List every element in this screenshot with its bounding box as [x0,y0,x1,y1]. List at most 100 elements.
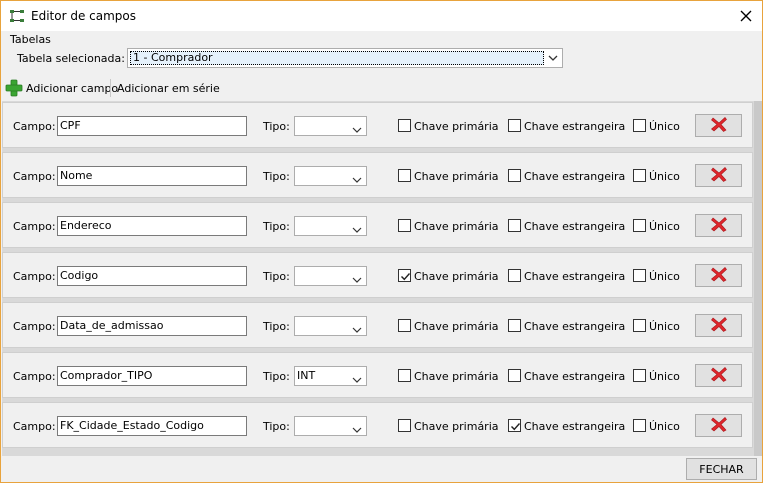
delete-field-button[interactable] [695,114,742,137]
unique-label: Único [649,220,680,233]
add-field-button[interactable]: Adicionar campo [5,77,118,99]
primary-key-label: Chave primária [414,420,499,433]
unique-label: Único [649,120,680,133]
chevron-down-icon [352,422,362,433]
unique-checkbox[interactable] [633,269,646,282]
unique-label: Único [649,370,680,383]
field-list[interactable]: Campo: CPF Tipo: Chave primária Chave estran… [2,101,762,456]
field-name-input[interactable]: Codigo [57,266,247,286]
delete-field-button[interactable] [695,364,742,387]
delete-field-button[interactable] [695,214,742,237]
primary-key-label: Chave primária [414,370,499,383]
window-title: Editor de campos [31,9,136,23]
field-name-input[interactable]: Data_de_admissao [57,316,247,336]
foreign-key-checkbox[interactable] [508,269,521,282]
type-label: Tipo: [263,120,290,133]
type-label: Tipo: [263,170,290,183]
field-row: Campo: Endereco Tipo: Chave primária Chave e… [2,202,753,248]
chevron-down-icon [547,53,559,63]
type-select[interactable] [294,166,367,186]
type-select[interactable] [294,216,367,236]
primary-key-label: Chave primária [414,270,499,283]
unique-checkbox[interactable] [633,219,646,232]
foreign-key-label: Chave estrangeira [524,370,626,383]
foreign-key-checkbox[interactable] [508,119,521,132]
type-select[interactable] [294,416,367,436]
primary-key-checkbox[interactable] [398,419,411,432]
field-label: Campo: [13,120,56,133]
scrollbar[interactable] [754,101,762,456]
field-row: Campo: Codigo Tipo: Chave primária Chave est… [2,252,753,298]
type-label: Tipo: [263,220,290,233]
unique-checkbox[interactable] [633,119,646,132]
delete-icon [710,266,728,285]
field-label: Campo: [13,270,56,283]
field-row: Campo: Comprador_TIPO Tipo: INT Chave primár… [2,352,753,398]
delete-field-button[interactable] [695,414,742,437]
add-field-label: Adicionar campo [26,81,119,95]
plus-icon [5,79,23,97]
primary-key-checkbox[interactable] [398,319,411,332]
add-series-button[interactable]: Adicionar em série [117,77,220,99]
foreign-key-checkbox[interactable] [508,319,521,332]
unique-label: Único [649,420,680,433]
foreign-key-label: Chave estrangeira [524,120,626,133]
field-label: Campo: [13,170,56,183]
chevron-down-icon [352,372,362,383]
close-button[interactable]: FECHAR [686,458,757,480]
delete-field-button[interactable] [695,314,742,337]
primary-key-checkbox[interactable] [398,269,411,282]
unique-checkbox[interactable] [633,369,646,382]
editor-window: Editor de campos Tabelas Tabela selecion… [0,0,763,483]
field-row: Campo: Nome Tipo: Chave primária Chave estra… [2,152,753,198]
foreign-key-label: Chave estrangeira [524,420,626,433]
foreign-key-checkbox[interactable] [508,419,521,432]
type-select[interactable] [294,316,367,336]
field-name-input[interactable]: CPF [57,116,247,136]
type-label: Tipo: [263,270,290,283]
tables-group: Tabelas Tabela selecionada: 1 - Comprado… [5,31,757,71]
delete-icon [710,416,728,435]
field-name-input[interactable]: Endereco [57,216,247,236]
unique-label: Único [649,170,680,183]
type-label: Tipo: [263,370,290,383]
type-select[interactable] [294,116,367,136]
foreign-key-label: Chave estrangeira [524,220,626,233]
tables-legend: Tabelas [10,33,51,46]
delete-icon [710,366,728,385]
primary-key-checkbox[interactable] [398,119,411,132]
primary-key-label: Chave primária [414,320,499,333]
unique-checkbox[interactable] [633,319,646,332]
delete-field-button[interactable] [695,264,742,287]
foreign-key-label: Chave estrangeira [524,170,626,183]
primary-key-checkbox[interactable] [398,369,411,382]
type-value: INT [297,369,316,382]
foreign-key-label: Chave estrangeira [524,320,626,333]
primary-key-checkbox[interactable] [398,169,411,182]
foreign-key-checkbox[interactable] [508,369,521,382]
toolbar-separator [110,79,111,97]
footer-bar: FECHAR [1,456,762,482]
chevron-down-icon [352,172,362,183]
foreign-key-checkbox[interactable] [508,219,521,232]
field-name-input[interactable]: Comprador_TIPO [57,366,247,386]
primary-key-label: Chave primária [414,170,499,183]
type-label: Tipo: [263,420,290,433]
primary-key-checkbox[interactable] [398,219,411,232]
chevron-down-icon [352,122,362,133]
type-select[interactable]: INT [294,366,367,386]
unique-checkbox[interactable] [633,419,646,432]
title-bar[interactable]: Editor de campos [1,1,762,31]
delete-field-button[interactable] [695,164,742,187]
delete-icon [710,316,728,335]
field-row: Campo: Data_de_admissao Tipo: Chave primári… [2,302,753,348]
primary-key-label: Chave primária [414,220,499,233]
type-select[interactable] [294,266,367,286]
foreign-key-checkbox[interactable] [508,169,521,182]
close-icon[interactable] [736,7,756,25]
delete-icon [710,216,728,235]
table-select[interactable]: 1 - Comprador [127,48,563,68]
unique-checkbox[interactable] [633,169,646,182]
field-name-input[interactable]: Nome [57,166,247,186]
field-name-input[interactable]: FK_Cidade_Estado_Codigo [57,416,247,436]
